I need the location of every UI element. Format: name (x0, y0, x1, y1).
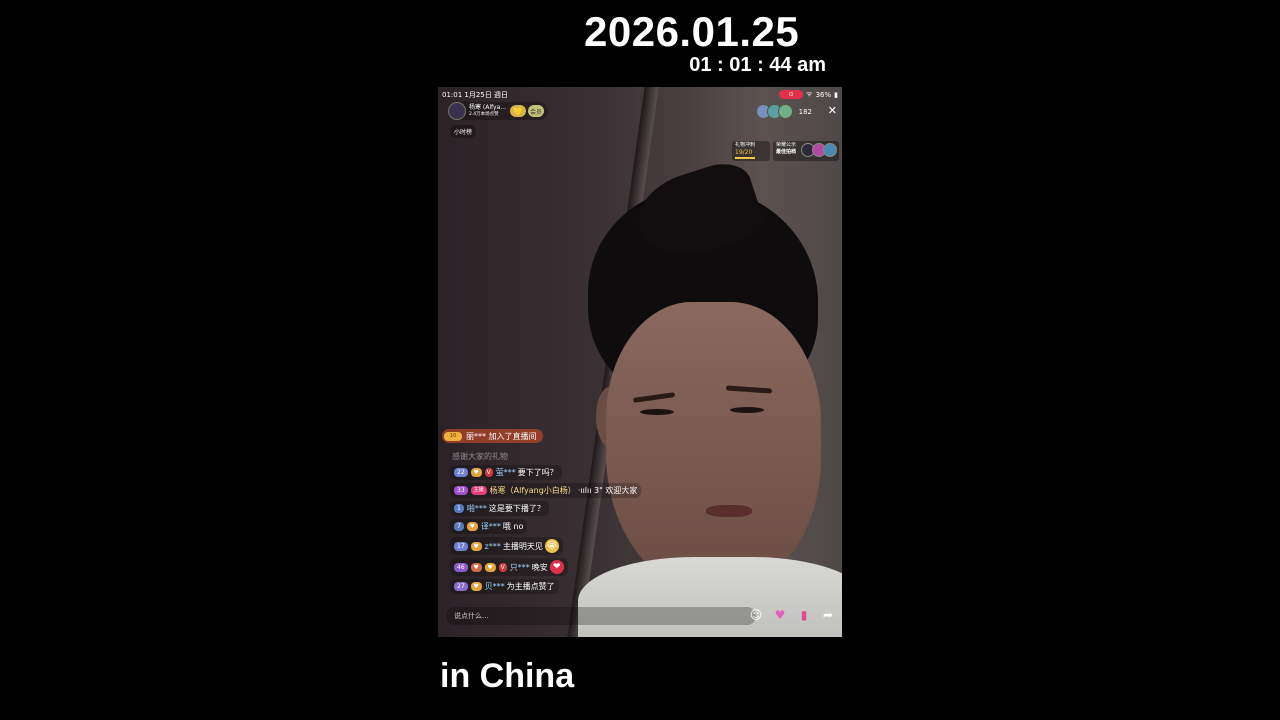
level-badge: 27 (454, 582, 468, 591)
streamer-eye-right (730, 407, 764, 413)
task-progress: 19/20 (735, 149, 753, 156)
status-bar-left: 01:01 1月25日 週日 (442, 91, 508, 99)
host-name: 杨寒 (Alfya... (469, 104, 506, 111)
streamer-mouth (706, 505, 752, 517)
level-badge: 46 (454, 562, 468, 572)
gift-icon[interactable]: ▮ (796, 607, 812, 623)
chat-input[interactable]: 说点什么... (446, 607, 756, 625)
chat-username[interactable]: 萤*** (496, 467, 516, 478)
viewer-avatar[interactable] (777, 104, 793, 119)
fan-heart-icon: ♥ (470, 541, 482, 551)
chat-message[interactable]: 46 ♥ ♥ V 只*** 晚安 ❤ (450, 558, 568, 576)
chat-message[interactable]: 7 ♥ 译*** 哦 no (450, 519, 528, 534)
level-badge: 7 (454, 522, 464, 531)
vip-badge: V (498, 562, 507, 572)
streamer-eye-left (640, 409, 674, 415)
fan-heart-icon: ♥ (470, 468, 482, 477)
bottom-actions: ☺ ♥ ▮ ➦ (748, 607, 836, 623)
fan-heart-icon: ♥ (466, 522, 478, 531)
battery-icon: ▮ (834, 90, 838, 99)
viewer-avatars[interactable]: 182 (755, 104, 812, 119)
fan-heart-icon: ♥ (470, 562, 482, 572)
join-level-tag: 10 (444, 431, 462, 441)
honor-avatar (823, 143, 837, 157)
chat-text: 为主播点赞了 (506, 582, 555, 591)
task-label: 礼物冲刺 (735, 142, 756, 148)
chat-message[interactable]: 33 主播 杨寒（Alfyang小白杨） ·ıılıı 3" 欢迎大家 (450, 483, 642, 498)
join-text: 丽*** 加入了直播间 (466, 431, 537, 441)
faded-message: 感谢大家的礼物 (452, 452, 508, 461)
chat-message[interactable]: 22 ♥ V 萤*** 要下了吗？ (450, 465, 562, 480)
fan-heart-icon: ♥ (484, 562, 496, 572)
chat-username[interactable]: 杨寒（Alfyang小白杨） (490, 485, 576, 496)
fan-heart-icon: ♥ (470, 582, 482, 591)
crying-emoji-icon: 😭 (544, 539, 559, 553)
level-badge: 33 (454, 486, 468, 495)
status-bar-right: ⊙ ᯤ 36% ▮ (779, 90, 838, 99)
host-avatar[interactable] (448, 102, 466, 120)
chat-text: 晚安 (531, 562, 548, 572)
record-icon: ⊙ (779, 90, 804, 99)
heart-gift-icon[interactable]: ♥ (772, 607, 788, 623)
honor-widget[interactable]: 荣耀公示 最佳拍档 (773, 141, 839, 161)
chat-username[interactable]: z*** (485, 541, 501, 552)
chat-message[interactable]: 1 啪*** 这是要下播了？ (450, 501, 549, 516)
chat-message[interactable]: 17 ♥ z*** 主播明天见 😭 (450, 537, 563, 555)
level-badge: 1 (454, 504, 464, 513)
host-info-card[interactable]: 杨寒 (Alfya... 2.4万本场点赞 💛 会员 (448, 102, 548, 120)
time-overlay: 01 : 01 : 44 am (689, 54, 826, 76)
chat-username[interactable]: 贝*** (485, 581, 505, 592)
vip-badge: V (484, 468, 493, 477)
host-text: 杨寒 (Alfya... 2.4万本场点赞 (469, 104, 506, 118)
date-overlay: 2026.01.25 (584, 8, 800, 55)
join-notification: 10 丽*** 加入了直播间 (442, 429, 543, 443)
chat-text: 这是要下播了？ (488, 504, 545, 513)
close-icon[interactable]: ✕ (828, 104, 837, 117)
viewer-count[interactable]: 182 (799, 108, 812, 116)
heart-emoji-icon: ❤ (549, 560, 564, 574)
video-caption: in China (440, 657, 575, 695)
chat-text: 主播明天见 (502, 541, 543, 551)
livestream-screen: 01:01 1月25日 週日 ⊙ ᯤ 36% ▮ 杨寒 (Alfya... 2.… (438, 87, 842, 637)
chat-text: ·ıılıı 3" 欢迎大家 (577, 486, 638, 495)
host-likes: 2.4万本场点赞 (469, 112, 499, 117)
chat-message[interactable]: 27 ♥ 贝*** 为主播点赞了 (450, 579, 559, 594)
chat-username[interactable]: 啪*** (467, 503, 487, 514)
chat-text: 哦 no (502, 522, 524, 531)
emoji-icon[interactable]: ☺ (748, 607, 764, 623)
chat-username[interactable]: 译*** (481, 521, 501, 532)
task-progress-bar (735, 157, 755, 159)
battery-percent: 36% (815, 90, 832, 99)
chat-list: 22 ♥ V 萤*** 要下了吗？ 33 主播 杨寒（Alfyang小白杨） ·… (450, 465, 690, 597)
gift-task-widget[interactable]: 礼物冲刺 19/20 (732, 141, 770, 161)
honor-avatars (801, 143, 837, 157)
hourly-rank-chip[interactable]: 小时榜 (450, 125, 477, 138)
share-icon[interactable]: ➦ (820, 607, 836, 623)
level-badge: 17 (454, 541, 468, 551)
wifi-icon: ᯤ (806, 90, 813, 98)
chat-text: 要下了吗？ (517, 468, 558, 477)
level-badge: 22 (454, 468, 468, 477)
host-badge: 主播 (470, 486, 487, 495)
fan-club-heart-icon[interactable]: 💛 (509, 105, 526, 117)
chat-username[interactable]: 只*** (510, 562, 530, 573)
membership-button[interactable]: 会员 (527, 105, 544, 117)
